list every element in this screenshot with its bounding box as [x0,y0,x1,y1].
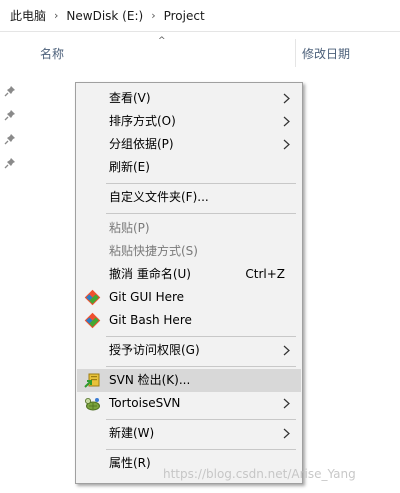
git-icon [84,289,101,306]
pin-icon [4,157,16,169]
menu-item-git-bash[interactable]: Git Bash Here [77,309,301,332]
submenu-arrow-icon [283,116,290,127]
git-icon [84,312,101,329]
menu-separator [106,336,296,337]
menu-item-refresh[interactable]: 刷新(E) [77,156,301,179]
tortoisesvn-icon [85,398,100,411]
submenu-arrow-icon [283,139,290,150]
submenu-arrow-icon [283,398,290,409]
menu-item-label: 撤消 重命名(U) [109,267,191,281]
menu-item-give-access[interactable]: 授予访问权限(G) [77,339,301,362]
menu-item-label: SVN 检出(K)... [109,373,191,387]
menu-item-view[interactable]: 查看(V) [77,87,301,110]
watermark: https://blog.csdn.net/Arise_Yang [163,467,356,481]
svn-checkout-icon [84,373,100,388]
menu-separator [106,419,296,420]
menu-item-label: 新建(W) [109,426,155,440]
column-divider[interactable] [295,39,296,67]
menu-item-label: 自定义文件夹(F)... [109,190,209,204]
breadcrumb-this-pc[interactable]: 此电脑 [10,7,46,24]
pin-icon [4,109,16,121]
context-menu: 查看(V) 排序方式(O) 分组依据(P) 刷新(E) 自定义文件夹(F)...… [75,82,303,484]
menu-item-label: 查看(V) [109,91,151,105]
menu-item-label: 粘贴(P) [109,221,150,235]
menu-item-paste: 粘贴(P) [77,217,301,240]
submenu-arrow-icon [283,428,290,439]
menu-item-label: 排序方式(O) [109,114,176,128]
breadcrumb-newdisk[interactable]: NewDisk (E:) [66,9,143,23]
menu-item-label: TortoiseSVN [109,396,181,410]
submenu-arrow-icon [283,93,290,104]
menu-separator [106,449,296,450]
pin-icon [4,85,16,97]
menu-item-label: 刷新(E) [109,160,150,174]
column-date-header[interactable]: 修改日期 [302,45,350,62]
menu-item-label: Git Bash Here [109,313,192,327]
address-bar[interactable]: 此电脑 › NewDisk (E:) › Project [0,0,400,32]
menu-item-sort-by[interactable]: 排序方式(O) [77,110,301,133]
menu-item-paste-shortcut: 粘贴快捷方式(S) [77,240,301,263]
submenu-arrow-icon [283,345,290,356]
chevron-right-icon[interactable]: › [54,9,58,22]
menu-item-git-gui[interactable]: Git GUI Here [77,286,301,309]
menu-item-new[interactable]: 新建(W) [77,422,301,445]
menu-item-undo-rename[interactable]: 撤消 重命名(U) Ctrl+Z [77,263,301,286]
menu-item-label: 粘贴快捷方式(S) [109,244,198,258]
breadcrumb-project[interactable]: Project [164,9,205,23]
menu-item-customize-folder[interactable]: 自定义文件夹(F)... [77,186,301,209]
pin-icon [4,133,16,145]
menu-item-tortoisesvn[interactable]: TortoiseSVN [77,392,301,415]
sort-ascending-icon: ^ [158,36,166,46]
menu-item-group-by[interactable]: 分组依据(P) [77,133,301,156]
menu-item-label: Git GUI Here [109,290,185,304]
shortcut-label: Ctrl+Z [245,267,285,281]
column-name-header[interactable]: 名称 [40,45,64,62]
menu-separator [106,183,296,184]
menu-item-label: 属性(R) [109,456,151,470]
menu-item-label: 授予访问权限(G) [109,343,200,357]
menu-item-label: 分组依据(P) [109,137,174,151]
menu-separator [106,213,296,214]
chevron-right-icon[interactable]: › [151,9,155,22]
menu-item-svn-checkout[interactable]: SVN 检出(K)... [77,369,301,392]
menu-separator [106,366,296,367]
column-header: ^ 名称 修改日期 [0,33,400,69]
